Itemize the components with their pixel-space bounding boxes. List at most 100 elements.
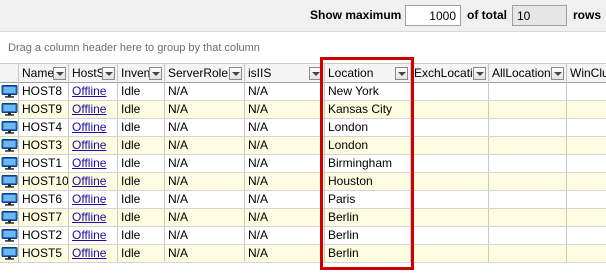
cell-alllocation (489, 227, 567, 244)
row-icon-cell (0, 155, 19, 172)
show-maximum-input[interactable] (405, 5, 461, 26)
cell-exchlocation (411, 119, 489, 136)
filter-dropdown-icon[interactable] (309, 67, 322, 80)
filter-dropdown-icon[interactable] (551, 67, 564, 80)
computer-icon (1, 229, 18, 242)
column-header-winclu[interactable]: WinClu (567, 64, 606, 83)
group-by-panel[interactable]: Drag a column header here to group by th… (0, 33, 606, 63)
filter-dropdown-icon[interactable] (395, 67, 408, 80)
filter-dropdown-icon[interactable] (102, 67, 115, 80)
cell-alllocation (489, 155, 567, 172)
cell-alllocation (489, 245, 567, 262)
table-row[interactable]: HOST8 Offline Idle N/A N/A New York (0, 83, 606, 101)
cell-exchlocation (411, 137, 489, 154)
table-row[interactable]: HOST7 Offline Idle N/A N/A Berlin (0, 209, 606, 227)
filter-dropdown-icon[interactable] (229, 67, 242, 80)
cell-hosts[interactable]: Offline (69, 209, 118, 226)
cell-hosts[interactable]: Offline (69, 245, 118, 262)
column-header-label: isIIS (248, 66, 272, 80)
cell-name: HOST9 (19, 101, 69, 118)
column-header-name[interactable]: Name (19, 64, 69, 83)
cell-winclu (567, 191, 606, 208)
cell-name: HOST5 (19, 245, 69, 262)
column-header-exchlocation[interactable]: ExchLocatio (411, 64, 489, 83)
cell-location: Paris (325, 191, 411, 208)
cell-inven: Idle (118, 209, 165, 226)
cell-location: London (325, 119, 411, 136)
column-header-label: Location (328, 66, 374, 80)
cell-name: HOST10 (19, 173, 69, 190)
cell-hosts[interactable]: Offline (69, 173, 118, 190)
cell-alllocation (489, 83, 567, 100)
cell-location: Berlin (325, 227, 411, 244)
cell-name: HOST7 (19, 209, 69, 226)
cell-serverrole: N/A (165, 137, 245, 154)
column-header-serverrole[interactable]: ServerRole (165, 64, 245, 83)
cell-hosts[interactable]: Offline (69, 191, 118, 208)
cell-inven: Idle (118, 83, 165, 100)
table-row[interactable]: HOST10 Offline Idle N/A N/A Houston (0, 173, 606, 191)
cell-inven: Idle (118, 155, 165, 172)
toolbar: Show maximum of total rows (0, 0, 606, 32)
cell-name: HOST2 (19, 227, 69, 244)
cell-winclu (567, 101, 606, 118)
cell-isiis: N/A (245, 155, 325, 172)
cell-isiis: N/A (245, 191, 325, 208)
column-header-alllocation[interactable]: AllLocation (489, 64, 567, 83)
total-rows-field (512, 5, 567, 26)
computer-icon (1, 85, 18, 98)
cell-exchlocation (411, 83, 489, 100)
cell-isiis: N/A (245, 209, 325, 226)
table-row[interactable]: HOST1 Offline Idle N/A N/A Birmingham (0, 155, 606, 173)
cell-winclu (567, 173, 606, 190)
cell-inven: Idle (118, 245, 165, 262)
cell-hosts[interactable]: Offline (69, 119, 118, 136)
cell-location: Berlin (325, 209, 411, 226)
rows-label: rows (573, 8, 602, 22)
column-header-label: WinClu (570, 66, 606, 80)
cell-winclu (567, 209, 606, 226)
cell-location: New York (325, 83, 411, 100)
cell-isiis: N/A (245, 227, 325, 244)
computer-icon (1, 157, 18, 170)
table-row[interactable]: HOST5 Offline Idle N/A N/A Berlin (0, 245, 606, 263)
cell-serverrole: N/A (165, 227, 245, 244)
column-header-label: Name (22, 66, 55, 80)
cell-hosts[interactable]: Offline (69, 101, 118, 118)
column-header-inven[interactable]: Inven (118, 64, 165, 83)
computer-icon (1, 121, 18, 134)
filter-dropdown-icon[interactable] (473, 67, 486, 80)
row-icon-cell (0, 191, 19, 208)
filter-dropdown-icon[interactable] (149, 67, 162, 80)
column-header-isiis[interactable]: isIIS (245, 64, 325, 83)
cell-isiis: N/A (245, 137, 325, 154)
cell-winclu (567, 119, 606, 136)
cell-name: HOST6 (19, 191, 69, 208)
table-row[interactable]: HOST4 Offline Idle N/A N/A London (0, 119, 606, 137)
cell-hosts[interactable]: Offline (69, 137, 118, 154)
cell-hosts[interactable]: Offline (69, 227, 118, 244)
cell-inven: Idle (118, 173, 165, 190)
cell-isiis: N/A (245, 83, 325, 100)
cell-alllocation (489, 101, 567, 118)
cell-hosts[interactable]: Offline (69, 155, 118, 172)
table-row[interactable]: HOST3 Offline Idle N/A N/A London (0, 137, 606, 155)
row-icon-cell (0, 173, 19, 190)
cell-inven: Idle (118, 137, 165, 154)
table-row[interactable]: HOST9 Offline Idle N/A N/A Kansas City (0, 101, 606, 119)
cell-exchlocation (411, 209, 489, 226)
row-icon-cell (0, 227, 19, 244)
cell-inven: Idle (118, 191, 165, 208)
computer-icon (1, 103, 18, 116)
cell-exchlocation (411, 191, 489, 208)
column-header-hosts[interactable]: HostS (69, 64, 118, 83)
row-icon-cell (0, 83, 19, 100)
cell-location: Birmingham (325, 155, 411, 172)
table-row[interactable]: HOST6 Offline Idle N/A N/A Paris (0, 191, 606, 209)
row-icon-cell (0, 137, 19, 154)
filter-dropdown-icon[interactable] (53, 67, 66, 80)
table-row[interactable]: HOST2 Offline Idle N/A N/A Berlin (0, 227, 606, 245)
cell-serverrole: N/A (165, 119, 245, 136)
column-header-location[interactable]: Location (325, 64, 411, 83)
cell-hosts[interactable]: Offline (69, 83, 118, 100)
